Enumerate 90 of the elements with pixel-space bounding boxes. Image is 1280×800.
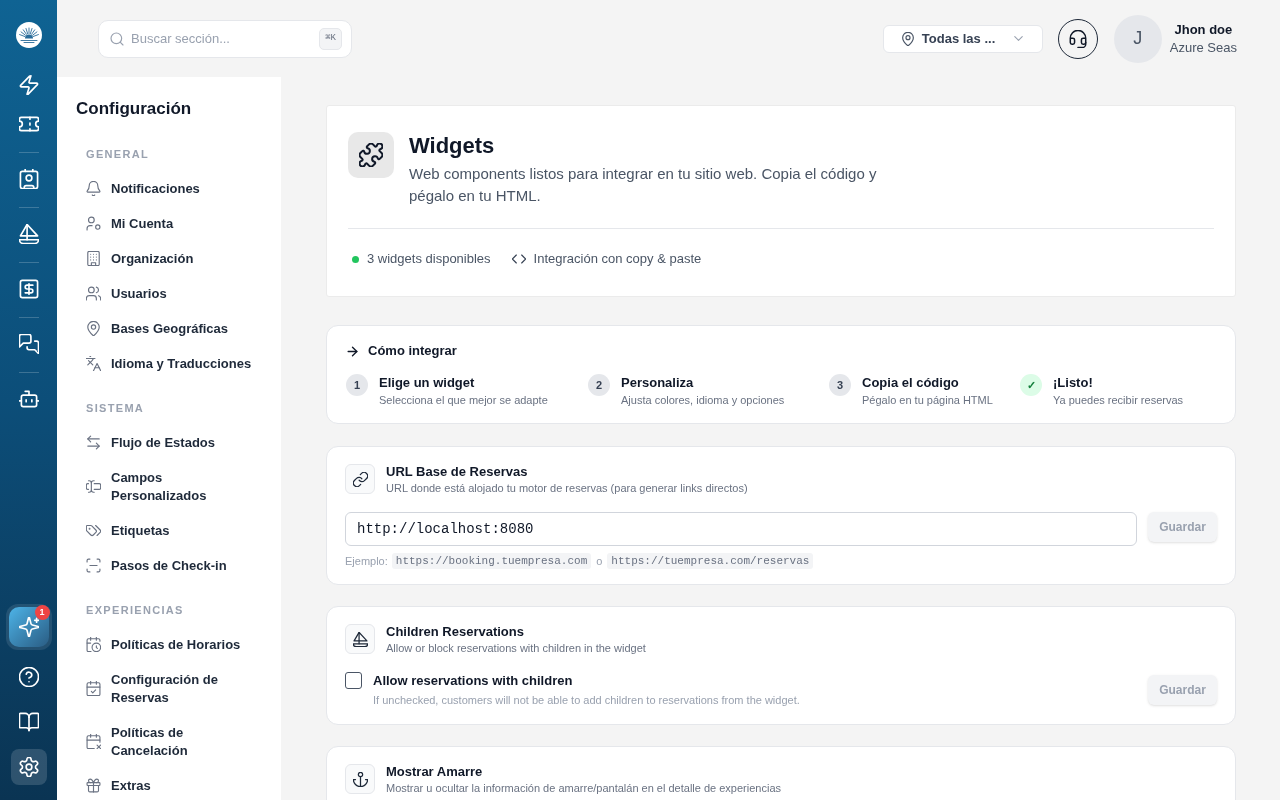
- step-title: Elige un widget: [379, 374, 476, 392]
- map-pin-icon: [86, 321, 101, 336]
- user-name: Jhon doe: [1174, 20, 1233, 39]
- section-label: SISTEMA: [85, 401, 146, 415]
- location-dropdown[interactable]: Todas las ...: [882, 24, 1043, 53]
- translate-icon: [86, 356, 101, 371]
- page-description: Web components listos para integrar en tu sitio web. Copia el código y pégalo en tu HTML.: [409, 164, 878, 206]
- dollar-square-icon: [18, 279, 39, 299]
- card-description: Mostrar u ocultar la información de amarre/pantalán en el detalle de experiencias: [386, 781, 781, 796]
- url-input[interactable]: http://localhost:8080: [345, 512, 1137, 546]
- sidebar-item[interactable]: Campos Personalizados: [57, 460, 281, 513]
- open-book-icon: [18, 712, 39, 732]
- step-title: Copia el código: [862, 374, 960, 392]
- gift-icon: [86, 778, 101, 793]
- step-marker: 3: [829, 374, 851, 396]
- building-icon: [86, 251, 101, 266]
- arrow-right-icon: [346, 344, 359, 358]
- sidebar-title: Configuración: [75, 99, 193, 119]
- sidebar-item[interactable]: Usuarios: [57, 276, 281, 311]
- sunrise-logo-icon: [15, 22, 42, 48]
- calendar-x-icon: [86, 734, 101, 749]
- page-title: Widgets: [409, 132, 496, 160]
- bell-icon: [86, 181, 101, 196]
- hint-label: Ejemplo:: [345, 554, 388, 569]
- bolt-icon: [18, 75, 39, 95]
- card-title: Children Reservations: [386, 624, 525, 640]
- rail-button[interactable]: [10, 749, 47, 785]
- organization-name: Azure Seas: [1169, 38, 1237, 57]
- sidebar-item[interactable]: Extras: [57, 768, 281, 800]
- assistant-button[interactable]: 1: [5, 604, 52, 650]
- text-input-icon: [86, 479, 101, 494]
- calendar-check-icon: [86, 681, 101, 696]
- section-label: EXPERIENCIAS: [85, 603, 185, 617]
- code-example: https://booking.tuempresa.com: [391, 553, 592, 569]
- code-brackets-icon: [511, 252, 526, 266]
- ticket-icon: [18, 114, 39, 134]
- sidebar-item[interactable]: Configuración de Reservas: [57, 662, 281, 715]
- anchor-tile-icon: [345, 764, 375, 794]
- link-tile-icon: [345, 464, 375, 494]
- sidebar-item[interactable]: Pasos de Check-in: [57, 548, 281, 583]
- card-description: Allow or block reservations with children in the widget: [386, 641, 646, 656]
- card-title: Mostrar Amarre: [386, 764, 484, 780]
- sailboat-icon: [18, 224, 39, 244]
- map-pin-icon: [900, 31, 915, 46]
- checkbox-label: Allow reservations with children: [373, 672, 574, 690]
- settings-icon: [18, 757, 39, 777]
- card-description: URL donde está alojado tu motor de reservas (para generar links directos): [386, 481, 748, 496]
- sparkles-icon: [18, 617, 39, 637]
- swap-arrows-icon: [86, 435, 101, 450]
- sidebar-item[interactable]: Notificaciones: [57, 171, 281, 206]
- sidebar-item[interactable]: Idioma y Traducciones: [57, 346, 281, 381]
- code-example: https://tuempresa.com/reservas: [607, 553, 814, 569]
- card-title: URL Base de Reservas: [386, 464, 529, 480]
- stat-text: Integración con copy & paste: [533, 250, 702, 269]
- sidebar-item[interactable]: Mi Cuenta: [57, 206, 281, 241]
- step-description: Ajusta colores, idioma y opciones: [621, 393, 785, 408]
- calendar-clock-icon: [86, 637, 101, 652]
- user-avatar[interactable]: J: [1113, 14, 1162, 63]
- section-label: GENERAL: [85, 147, 151, 161]
- step-title: Personaliza: [621, 374, 695, 392]
- step-marker: 2: [588, 374, 610, 396]
- robot-icon: [18, 389, 39, 409]
- sidebar-item[interactable]: Etiquetas: [57, 513, 281, 548]
- step-marker: 1: [346, 374, 368, 396]
- step-description: Ya puedes recibir reservas: [1053, 393, 1184, 408]
- checkbox[interactable]: [345, 672, 362, 689]
- users-icon: [86, 286, 101, 301]
- sidebar-item[interactable]: Políticas de Horarios: [57, 627, 281, 662]
- user-icon: [86, 216, 101, 231]
- checkbox-help: If unchecked, customers will not be able to add children to reservations from the widget.: [373, 693, 800, 708]
- sidebar-item[interactable]: Organización: [57, 241, 281, 276]
- stat-text: 3 widgets disponibles: [367, 250, 491, 269]
- help-icon: [18, 667, 39, 687]
- step-marker: ✓: [1020, 374, 1042, 396]
- chat-bubbles-icon: [18, 334, 39, 354]
- search-icon: [110, 31, 124, 46]
- hint-separator: o: [595, 554, 604, 569]
- tags-icon: [86, 523, 101, 538]
- contact-card-icon: [18, 169, 39, 189]
- headset-icon: [1068, 29, 1087, 48]
- sidebar-item[interactable]: Políticas de Cancelación: [57, 715, 281, 768]
- sidebar-item[interactable]: Bases Geográficas: [57, 311, 281, 346]
- card-title: Cómo integrar: [368, 343, 457, 359]
- step-description: Selecciona el que mejor se adapte: [379, 393, 548, 408]
- scan-frame-icon: [86, 558, 101, 573]
- sidebar-item[interactable]: Flujo de Estados: [57, 425, 281, 460]
- step-description: Pégalo en tu página HTML: [862, 393, 993, 408]
- step-title: ¡Listo!: [1053, 374, 1094, 392]
- puzzle-tile-icon: [348, 132, 394, 178]
- sailboat-tile-icon: [345, 624, 375, 654]
